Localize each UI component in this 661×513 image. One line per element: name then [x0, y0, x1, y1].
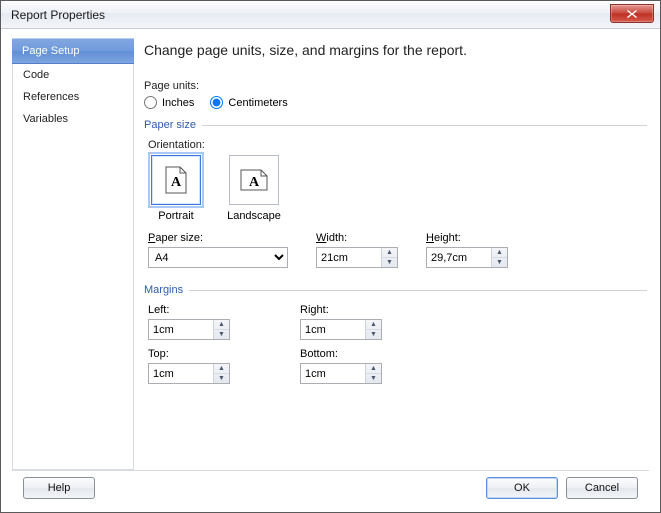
orientation-landscape-label: Landscape — [227, 210, 281, 222]
svg-text:A: A — [249, 175, 260, 190]
margin-right-label: Right: — [300, 304, 450, 316]
orientation-landscape[interactable]: A Landscape — [226, 155, 282, 222]
help-button[interactable]: Help — [23, 477, 95, 499]
margin-left-input[interactable] — [149, 320, 213, 339]
paper-size-label: Paper size: — [148, 232, 288, 244]
margins-legend: Margins — [144, 284, 189, 296]
height-spinbox[interactable]: ▲▼ — [426, 247, 508, 268]
svg-text:A: A — [171, 175, 182, 190]
close-button[interactable] — [610, 4, 654, 23]
margin-bottom-spin-up[interactable]: ▲ — [366, 364, 381, 374]
orientation-landscape-box[interactable]: A — [229, 155, 279, 205]
margin-bottom-label: Bottom: — [300, 348, 450, 360]
height-label: Height: — [426, 232, 508, 244]
margins-section: Margins — [144, 284, 647, 296]
portrait-page-icon: A — [165, 166, 187, 194]
paper-size-legend: Paper size — [144, 119, 202, 131]
width-spin-down[interactable]: ▼ — [382, 258, 397, 267]
page-units-label: Page units: — [144, 80, 647, 92]
width-spin-up[interactable]: ▲ — [382, 248, 397, 258]
sidebar-item-references[interactable]: References — [13, 86, 133, 108]
width-label: Width: — [316, 232, 398, 244]
margin-left-spin-up[interactable]: ▲ — [214, 320, 229, 330]
margin-right-spin-up[interactable]: ▲ — [366, 320, 381, 330]
margin-top-spin-down[interactable]: ▼ — [214, 374, 229, 383]
margin-right-input[interactable] — [301, 320, 365, 339]
height-input[interactable] — [427, 248, 491, 267]
margin-left-label: Left: — [148, 304, 298, 316]
margin-right-spinbox[interactable]: ▲▼ — [300, 319, 382, 340]
radio-centimeters[interactable]: Centimeters — [210, 96, 287, 109]
radio-centimeters-label: Centimeters — [228, 97, 287, 109]
close-icon — [627, 10, 637, 18]
orientation-portrait-box[interactable]: A — [151, 155, 201, 205]
paper-size-section: Paper size — [144, 119, 647, 131]
cancel-button[interactable]: Cancel — [566, 477, 638, 499]
dialog-footer: Help OK Cancel — [12, 470, 649, 504]
radio-centimeters-input[interactable] — [210, 96, 223, 109]
margin-bottom-spin-down[interactable]: ▼ — [366, 374, 381, 383]
height-spin-up[interactable]: ▲ — [492, 248, 507, 258]
margin-right-spin-down[interactable]: ▼ — [366, 330, 381, 339]
paper-size-select[interactable]: A4 — [148, 247, 288, 268]
margin-top-spin-up[interactable]: ▲ — [214, 364, 229, 374]
margin-top-input[interactable] — [149, 364, 213, 383]
sidebar-item-page-setup[interactable]: Page Setup — [12, 38, 134, 64]
radio-inches[interactable]: Inches — [144, 96, 194, 109]
title-bar: Report Properties — [1, 1, 660, 29]
sidebar-item-variables[interactable]: Variables — [13, 108, 133, 130]
window-title: Report Properties — [11, 8, 105, 22]
margin-top-spinbox[interactable]: ▲▼ — [148, 363, 230, 384]
sidebar-item-code[interactable]: Code — [13, 64, 133, 86]
page-heading: Change page units, size, and margins for… — [144, 42, 647, 58]
orientation-label: Orientation: — [148, 139, 647, 151]
ok-button[interactable]: OK — [486, 477, 558, 499]
radio-inches-input[interactable] — [144, 96, 157, 109]
page-units-group: Inches Centimeters — [144, 96, 647, 109]
margin-bottom-spinbox[interactable]: ▲▼ — [300, 363, 382, 384]
height-spin-down[interactable]: ▼ — [492, 258, 507, 267]
margin-left-spinbox[interactable]: ▲▼ — [148, 319, 230, 340]
margin-top-label: Top: — [148, 348, 298, 360]
orientation-portrait[interactable]: A Portrait — [148, 155, 204, 222]
content-pane: Change page units, size, and margins for… — [142, 38, 649, 470]
orientation-portrait-label: Portrait — [158, 210, 193, 222]
radio-inches-label: Inches — [162, 97, 194, 109]
width-input[interactable] — [317, 248, 381, 267]
margin-left-spin-down[interactable]: ▼ — [214, 330, 229, 339]
width-spinbox[interactable]: ▲▼ — [316, 247, 398, 268]
landscape-page-icon: A — [240, 169, 268, 191]
margin-bottom-input[interactable] — [301, 364, 365, 383]
sidebar: Page Setup Code References Variables — [12, 38, 134, 470]
